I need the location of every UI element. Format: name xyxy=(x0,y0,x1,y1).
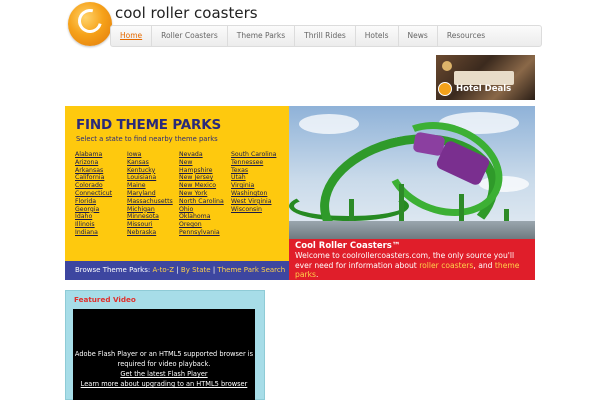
promo-text-end: . xyxy=(315,270,319,279)
state-link[interactable]: Maryland xyxy=(127,190,173,198)
state-column-4: South Carolina Tennessee Texas Utah Virg… xyxy=(231,151,276,213)
featured-video-panel: Featured Video Adobe Flash Player or an … xyxy=(65,290,265,400)
state-link[interactable]: Virginia xyxy=(231,182,276,190)
page: cool roller coasters Home Roller Coaster… xyxy=(0,0,600,400)
state-link[interactable]: Georgia xyxy=(75,206,112,214)
featured-video-title: Featured Video xyxy=(74,295,136,304)
separator: | xyxy=(174,266,181,274)
bed-icon xyxy=(454,71,514,85)
state-link[interactable]: North Carolina xyxy=(179,198,224,206)
state-link[interactable]: Washington xyxy=(231,190,276,198)
state-link[interactable]: New York xyxy=(179,190,224,198)
nav-news[interactable]: News xyxy=(399,26,438,46)
nav-resources[interactable]: Resources xyxy=(438,26,494,46)
nav-roller-coasters[interactable]: Roller Coasters xyxy=(152,26,228,46)
state-link[interactable]: Oregon xyxy=(179,221,224,229)
state-link[interactable]: Kansas xyxy=(127,159,173,167)
browse-by-state-link[interactable]: By State xyxy=(181,266,211,274)
state-link[interactable]: New Mexico xyxy=(179,182,224,190)
state-link[interactable]: Idaho xyxy=(75,213,112,221)
state-link[interactable]: Connecticut xyxy=(75,190,112,198)
state-link[interactable]: South Carolina xyxy=(231,151,276,159)
state-column-2: Iowa Kansas Kentucky Louisiana Maine Mar… xyxy=(127,151,173,237)
hotel-deals-label: Hotel Deals xyxy=(456,84,512,94)
video-player[interactable]: Adobe Flash Player or an HTML5 supported… xyxy=(73,309,255,400)
find-theme-parks-panel: FIND THEME PARKS Select a state to find … xyxy=(65,106,289,261)
state-link[interactable]: New xyxy=(179,159,224,167)
promo-title: Cool Roller Coasters™ xyxy=(295,241,401,251)
state-link[interactable]: Nebraska xyxy=(127,229,173,237)
nav-thrill-rides[interactable]: Thrill Rides xyxy=(295,26,356,46)
browse-theme-parks-bar: Browse Theme Parks: A-to-Z | By State | … xyxy=(65,261,289,280)
state-link[interactable]: California xyxy=(75,174,112,182)
roller-coaster-photo xyxy=(289,106,535,239)
state-link[interactable]: Missouri xyxy=(127,221,173,229)
state-link[interactable]: Kentucky xyxy=(127,167,173,175)
parks-title: FIND THEME PARKS xyxy=(76,117,222,133)
state-link[interactable]: Florida xyxy=(75,198,112,206)
state-link[interactable]: Iowa xyxy=(127,151,173,159)
state-link[interactable]: Tennessee xyxy=(231,159,276,167)
roller-coasters-link[interactable]: roller coasters xyxy=(419,261,473,270)
promo-panel: Cool Roller Coasters™ Welcome to coolrol… xyxy=(289,239,535,280)
state-link[interactable]: Minnesota xyxy=(127,213,173,221)
state-link[interactable]: Michigan xyxy=(127,206,173,214)
logo-badge-icon xyxy=(438,82,452,96)
state-link[interactable]: Alabama xyxy=(75,151,112,159)
hotel-deals-banner[interactable]: Hotel Deals xyxy=(436,55,535,100)
state-link[interactable]: Illinois xyxy=(75,221,112,229)
state-link[interactable]: Indiana xyxy=(75,229,112,237)
state-link[interactable]: Wisconsin xyxy=(231,206,276,214)
get-flash-link[interactable]: Get the latest Flash Player xyxy=(73,369,255,379)
state-link[interactable]: Arkansas xyxy=(75,167,112,175)
promo-text: Welcome to coolrollercoasters.com, the o… xyxy=(295,251,529,280)
nav-theme-parks[interactable]: Theme Parks xyxy=(228,26,296,46)
state-link[interactable]: Pennsylvania xyxy=(179,229,224,237)
state-link[interactable]: Arizona xyxy=(75,159,112,167)
player-message: Adobe Flash Player or an HTML5 supported… xyxy=(73,349,255,389)
state-link[interactable]: Nevada xyxy=(179,151,224,159)
browse-search-link[interactable]: Theme Park Search xyxy=(217,266,285,274)
nav-home[interactable]: Home xyxy=(111,26,153,46)
state-link[interactable]: Maine xyxy=(127,182,173,190)
nav-hotels[interactable]: Hotels xyxy=(356,26,399,46)
browse-a-to-z-link[interactable]: A-to-Z xyxy=(152,266,174,274)
browse-prefix: Browse Theme Parks: xyxy=(75,266,151,274)
state-link[interactable]: Hampshire xyxy=(179,167,224,175)
html5-upgrade-link[interactable]: Learn more about upgrading to an HTML5 b… xyxy=(73,379,255,389)
player-required-text: Adobe Flash Player or an HTML5 supported… xyxy=(74,350,254,368)
state-link[interactable]: Louisiana xyxy=(127,174,173,182)
site-logo-icon[interactable] xyxy=(68,2,112,46)
state-link[interactable]: Massachusetts xyxy=(127,198,173,206)
lamp-icon xyxy=(442,61,452,71)
promo-text-mid: , and xyxy=(473,260,495,270)
state-link[interactable]: Utah xyxy=(231,174,276,182)
state-link[interactable]: West Virginia xyxy=(231,198,276,206)
main-nav: Home Roller Coasters Theme Parks Thrill … xyxy=(110,25,542,47)
state-column-3: Nevada New Hampshire New Jersey New Mexi… xyxy=(179,151,224,237)
parks-subtitle: Select a state to find nearby theme park… xyxy=(76,135,218,143)
state-link[interactable]: Colorado xyxy=(75,182,112,190)
state-link[interactable]: Texas xyxy=(231,167,276,175)
site-title[interactable]: cool roller coasters xyxy=(115,4,258,22)
state-link[interactable]: Ohio xyxy=(179,206,224,214)
state-link[interactable]: New Jersey xyxy=(179,174,224,182)
state-column-1: Alabama Arizona Arkansas California Colo… xyxy=(75,151,112,237)
state-link[interactable]: Oklahoma xyxy=(179,213,224,221)
